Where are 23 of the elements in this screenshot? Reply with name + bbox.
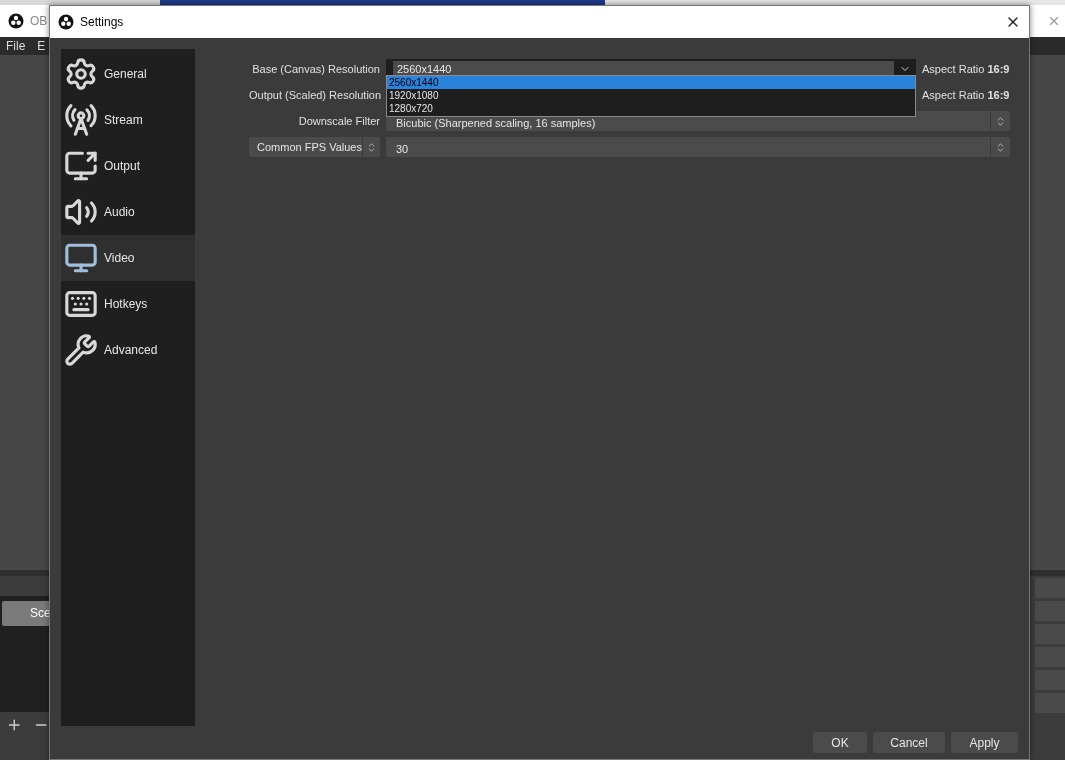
- sidebar-item[interactable]: Output: [61, 143, 195, 189]
- sidebar-item[interactable]: Video: [61, 235, 195, 281]
- field-label: Base (Canvas) Resolution: [251, 61, 380, 77]
- sidebar-item[interactable]: General: [61, 51, 195, 97]
- dialog-title: Settings: [80, 14, 124, 31]
- fps-mode-button[interactable]: Common FPS Values: [249, 137, 380, 157]
- sidebar-item[interactable]: Stream: [61, 97, 195, 143]
- value-combo[interactable]: 30: [386, 137, 1010, 157]
- window-title: OB: [30, 13, 48, 30]
- dialog-button[interactable]: Apply: [951, 732, 1018, 753]
- menu-item[interactable]: File: [6, 37, 26, 55]
- field-label: Output (Scaled) Resolution: [249, 87, 380, 103]
- aspect-ratio-label: Aspect Ratio 16:9: [922, 61, 1010, 77]
- dropdown-option[interactable]: 2560x1440: [387, 76, 915, 89]
- menu-item[interactable]: E: [37, 37, 46, 55]
- sidebar-item[interactable]: Advanced: [61, 327, 195, 373]
- dialog-button[interactable]: OK: [813, 732, 867, 753]
- sidebar-item[interactable]: Audio: [61, 189, 195, 235]
- dropdown-option[interactable]: 1920x1080: [387, 89, 915, 102]
- dialog-button[interactable]: Cancel: [873, 732, 945, 753]
- aspect-ratio-label: Aspect Ratio 16:9: [922, 87, 1010, 103]
- sidebar-item[interactable]: Hotkeys: [61, 281, 195, 327]
- field-label: Downscale Filter: [297, 113, 380, 129]
